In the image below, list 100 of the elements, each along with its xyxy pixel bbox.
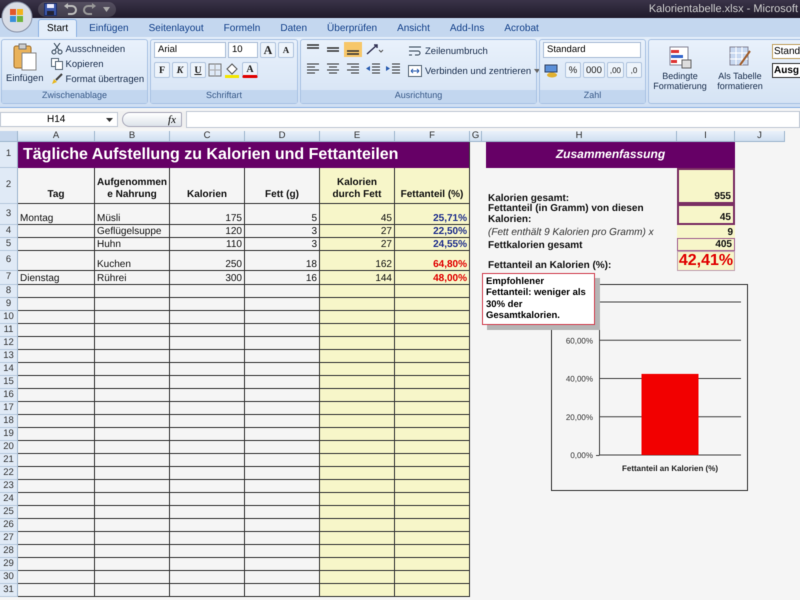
formula-input[interactable] <box>186 111 800 128</box>
column-header[interactable]: C <box>170 131 245 142</box>
align-lines-icon[interactable] <box>344 61 362 76</box>
row-header[interactable]: 22 <box>0 467 18 480</box>
column-header[interactable]: B <box>95 131 170 142</box>
clipboard-button[interactable]: Ausschneiden <box>48 42 146 56</box>
row-header[interactable]: 20 <box>0 441 18 454</box>
ribbon-tab[interactable]: Start <box>38 19 78 37</box>
cell-style-swatch[interactable]: Stand <box>772 44 800 59</box>
caret-icon[interactable] <box>103 6 110 12</box>
name-box[interactable]: H14 <box>0 112 118 127</box>
align-lines-icon[interactable] <box>304 61 322 76</box>
row-header[interactable]: 8 <box>0 285 18 298</box>
row-header[interactable]: 24 <box>0 493 18 506</box>
row-header[interactable]: 15 <box>0 376 18 389</box>
column-heading: Kalorien durch Fett <box>320 168 395 204</box>
paste-button[interactable]: Einfügen <box>5 42 45 88</box>
number-format-field[interactable]: Standard <box>543 42 641 58</box>
thousands-button[interactable]: 000 <box>583 62 605 78</box>
table-cell: 24,55% <box>395 238 470 251</box>
indent-icon[interactable] <box>384 61 402 76</box>
column-header[interactable]: F <box>395 131 470 142</box>
table-cell: 25,71% <box>395 204 470 225</box>
ribbon-tab[interactable]: Einfügen <box>81 20 137 37</box>
row-header[interactable]: 21 <box>0 454 18 467</box>
row-header[interactable]: 7 <box>0 271 18 285</box>
row-header[interactable]: 26 <box>0 519 18 532</box>
column-header[interactable]: H <box>482 131 677 142</box>
cell-style-swatch[interactable]: Ausg <box>772 63 800 78</box>
percent-button[interactable]: % <box>565 62 581 78</box>
font-name-field[interactable]: Arial <box>154 42 226 58</box>
column-header[interactable]: I <box>677 131 735 142</box>
column-header[interactable]: J <box>735 131 785 142</box>
insert-function-button[interactable]: fx <box>122 112 182 127</box>
merge-icon <box>408 65 422 77</box>
save-icon[interactable] <box>44 2 57 16</box>
clipboard-button[interactable]: Kopieren <box>48 57 146 71</box>
decrease-decimal-button[interactable]: ,0 <box>626 62 642 78</box>
align-lines-icon[interactable] <box>324 61 342 76</box>
ribbon-tab[interactable]: Seitenlayout <box>140 20 212 37</box>
row-header[interactable]: 25 <box>0 506 18 519</box>
table-cell: Rührei <box>95 271 170 285</box>
table-cell: 300 <box>170 271 245 285</box>
row-header[interactable]: 9 <box>0 298 18 311</box>
row-header[interactable]: 19 <box>0 428 18 441</box>
column-header[interactable]: G <box>470 131 482 142</box>
table-cell: Huhn <box>95 238 170 251</box>
undo-icon[interactable] <box>63 3 77 15</box>
styles-button[interactable]: Bedingte Formatierung <box>652 42 708 101</box>
wrap-text-button[interactable]: Zeilenumbruch <box>406 44 542 58</box>
ribbon-tab[interactable]: Überprüfen <box>319 20 386 37</box>
font-color-button[interactable]: A <box>242 62 258 78</box>
row-header[interactable]: 28 <box>0 545 18 558</box>
row-header[interactable]: 3 <box>0 204 18 225</box>
row-header[interactable]: 27 <box>0 532 18 545</box>
row-header[interactable]: 1 <box>0 142 18 168</box>
font-size-field[interactable]: 10 <box>228 42 258 58</box>
row-header[interactable]: 4 <box>0 225 18 238</box>
increase-decimal-button[interactable]: ,00 <box>606 62 624 78</box>
align-lines-icon[interactable] <box>344 42 362 57</box>
row-header[interactable]: 14 <box>0 363 18 376</box>
row-header[interactable]: 5 <box>0 238 18 251</box>
bold-button[interactable]: F <box>154 62 170 78</box>
column-header[interactable]: D <box>245 131 320 142</box>
column-header[interactable]: A <box>18 131 95 142</box>
underline-button[interactable]: U <box>190 62 206 78</box>
ribbon-tab[interactable]: Formeln <box>216 20 268 37</box>
table-cell: 45 <box>320 204 395 225</box>
borders-icon[interactable] <box>208 63 222 77</box>
redo-icon[interactable] <box>83 3 97 15</box>
clipboard-button[interactable]: Format übertragen <box>48 72 146 86</box>
ribbon-tab[interactable]: Acrobat <box>496 20 547 37</box>
text-orientation-icon[interactable] <box>364 42 384 57</box>
fill-bucket-icon[interactable] <box>224 62 240 78</box>
ribbon-tab[interactable]: Daten <box>272 20 316 37</box>
row-header[interactable]: 30 <box>0 571 18 584</box>
ribbon-tab[interactable]: Ansicht <box>389 20 438 37</box>
merge-center-button[interactable]: Verbinden und zentrieren <box>406 64 542 78</box>
column-header[interactable]: E <box>320 131 395 142</box>
grow-font-button[interactable]: A <box>260 42 276 58</box>
row-header[interactable]: 17 <box>0 402 18 415</box>
row-header[interactable]: 12 <box>0 337 18 350</box>
shrink-font-button[interactable]: A <box>278 42 294 58</box>
axis-label: 0,00% <box>570 451 593 460</box>
ribbon-tab[interactable]: Add-Ins <box>442 20 492 37</box>
group-label: Ausrichtung <box>301 90 536 103</box>
italic-button[interactable]: K <box>172 62 188 78</box>
row-header[interactable]: 18 <box>0 415 18 428</box>
row-header[interactable]: 29 <box>0 558 18 571</box>
row-header[interactable]: 23 <box>0 480 18 493</box>
row-header[interactable]: 31 <box>0 584 18 597</box>
row-header[interactable]: 13 <box>0 350 18 363</box>
row-header[interactable]: 16 <box>0 389 18 402</box>
row-header[interactable]: 2 <box>0 168 18 204</box>
row-header[interactable]: 6 <box>0 251 18 271</box>
indent-icon[interactable] <box>364 61 382 76</box>
row-header[interactable]: 11 <box>0 324 18 337</box>
caret-icon <box>534 69 540 73</box>
row-header[interactable]: 10 <box>0 311 18 324</box>
styles-button[interactable]: Als Tabelle formatieren <box>712 42 768 101</box>
